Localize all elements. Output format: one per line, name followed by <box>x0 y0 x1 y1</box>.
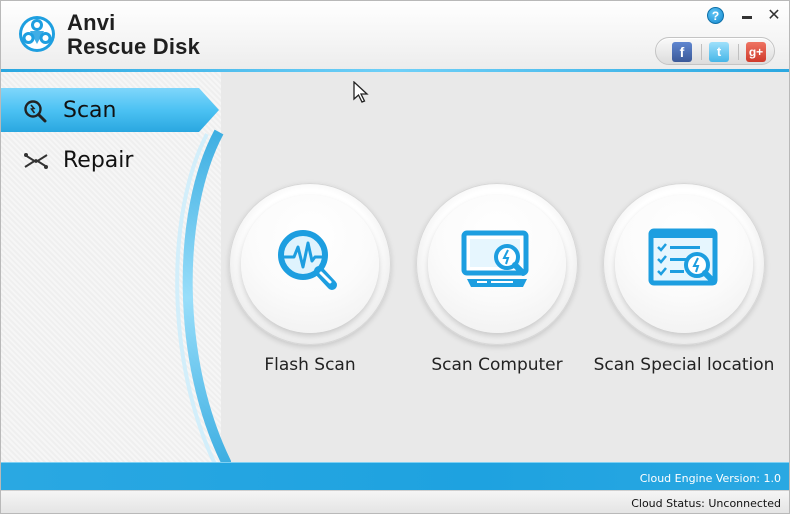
flash-scan-icon <box>278 230 337 290</box>
app-title: Anvi Rescue Disk <box>67 11 200 59</box>
twitter-icon[interactable]: t <box>709 42 729 62</box>
mouse-cursor-icon <box>353 81 369 103</box>
divider <box>701 44 702 60</box>
sidebar-item-repair[interactable]: Repair <box>1 141 201 181</box>
divider <box>738 44 739 60</box>
engine-version-text: Cloud Engine Version: 1.0 <box>639 472 781 485</box>
app-title-line2: Rescue Disk <box>67 34 201 59</box>
social-links: f t g+ <box>655 37 775 65</box>
google-plus-icon[interactable]: g+ <box>746 42 766 62</box>
anvi-logo-icon <box>19 16 55 52</box>
close-button[interactable]: ✕ <box>766 5 782 25</box>
engine-version-bar: Cloud Engine Version: 1.0 <box>1 462 789 490</box>
status-bar: Cloud Status: Unconnected <box>1 490 789 513</box>
option-label: Scan Special location <box>593 355 775 375</box>
cloud-status-text: Cloud Status: Unconnected <box>631 497 781 510</box>
sidebar-item-scan[interactable]: Scan <box>1 88 219 132</box>
scan-magnifier-icon <box>24 100 47 123</box>
app-window: Anvi Rescue Disk ? ✕ f t g+ Scan Repair … <box>0 0 790 514</box>
facebook-icon[interactable]: f <box>672 42 692 62</box>
app-title-line1: Anvi <box>67 10 116 35</box>
help-button[interactable]: ? <box>707 7 724 24</box>
scan-special-location-icon <box>648 228 718 286</box>
scan-computer-icon <box>461 230 529 287</box>
flash-scan-option[interactable]: Flash Scan <box>229 183 399 383</box>
minimize-button[interactable] <box>739 5 755 25</box>
sidebar-item-label: Scan <box>63 98 117 123</box>
scan-computer-option[interactable]: Scan Computer <box>416 183 586 383</box>
scan-special-location-option[interactable]: Scan Special location <box>594 183 774 383</box>
repair-icon <box>24 153 48 169</box>
title-bar: Anvi Rescue Disk ? ✕ f t g+ <box>1 1 789 71</box>
sidebar-item-label: Repair <box>63 148 134 173</box>
